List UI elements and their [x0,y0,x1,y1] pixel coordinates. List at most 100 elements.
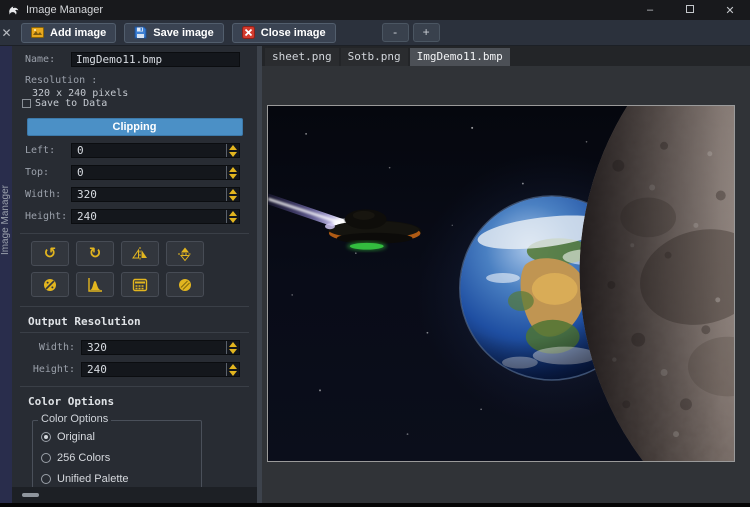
radio-original[interactable] [41,432,51,442]
app-icon [7,4,20,17]
save-to-data-checkbox[interactable] [22,99,31,108]
output-height-label: Height: [25,364,81,375]
height-label: Height: [25,211,71,222]
add-image-icon [31,26,44,39]
save-to-data-label: Save to Data [35,98,107,109]
left-spinner [71,143,240,158]
output-width-spinner [81,340,240,355]
close-window-button[interactable]: ✕ [710,4,750,17]
color-options-group-label: Color Options [38,413,111,425]
width-input[interactable] [72,188,225,201]
rotate-left-button[interactable]: ↺ [31,241,69,266]
flip-vertical-button[interactable] [166,241,204,266]
window-bottom-edge [0,503,750,507]
zoom-in-button[interactable]: + [413,23,440,42]
rotate-right-button[interactable]: ↻ [76,241,114,266]
spin-up-icon[interactable] [229,167,237,172]
tab-bar: sheet.png Sotb.png ImgDemo11.bmp [262,46,750,66]
maximize-button[interactable] [670,4,710,16]
top-spin-buttons[interactable] [226,166,239,179]
space-image [268,106,734,461]
add-image-button[interactable]: Add image [21,23,116,43]
output-resolution-heading: Output Resolution [28,315,257,328]
flip-horizontal-button[interactable] [121,241,159,266]
spin-down-icon[interactable] [229,174,237,179]
spin-up-icon[interactable] [229,211,237,216]
histogram-icon [87,277,103,293]
spin-up-icon[interactable] [229,145,237,150]
radio-unified-palette[interactable] [41,474,51,484]
separator [20,332,249,333]
save-image-button[interactable]: Save image [124,23,224,43]
top-spinner [71,165,240,180]
tab-sotb-png[interactable]: Sotb.png [341,48,408,66]
spin-up-icon[interactable] [229,364,237,369]
width-spin-buttons[interactable] [226,188,239,201]
radio-original-label: Original [57,431,95,443]
radio-256-colors-label: 256 Colors [57,452,110,464]
width-label: Width: [25,189,71,200]
properties-panel: Name: Resolution : 320 x 240 pixels Save… [12,46,262,503]
spin-down-icon[interactable] [229,196,237,201]
main-area: sheet.png Sotb.png ImgDemo11.bmp [262,46,750,503]
color-options-group: Color Options Original 256 Colors Unifie… [32,420,202,492]
zoom-out-button[interactable]: - [382,23,409,42]
radio-unified-palette-label: Unified Palette [57,473,129,485]
top-input[interactable] [72,166,225,179]
left-spin-buttons[interactable] [226,144,239,157]
output-height-input[interactable] [82,363,225,376]
height-spin-buttons[interactable] [226,210,239,223]
separator [20,386,249,387]
spin-down-icon[interactable] [229,371,237,376]
spin-down-icon[interactable] [229,218,237,223]
output-width-spin-buttons[interactable] [226,341,239,354]
height-input[interactable] [72,210,225,223]
horizontal-scrollbar[interactable] [12,487,257,503]
output-width-input[interactable] [82,341,225,354]
tab-sheet-png[interactable]: sheet.png [265,48,339,66]
spin-up-icon[interactable] [229,342,237,347]
scrollbar-thumb[interactable] [22,493,39,497]
panel-close-icon[interactable]: ✕ [0,27,13,39]
maximize-icon [686,5,694,13]
resolution-label: Resolution : [25,75,257,86]
spin-up-icon[interactable] [229,189,237,194]
clipping-button[interactable]: Clipping [27,118,243,136]
output-width-label: Width: [25,342,81,353]
title-bar: Image Manager – ✕ [0,0,750,20]
spin-down-icon[interactable] [229,152,237,157]
height-spinner [71,209,240,224]
flip-vertical-icon [177,246,193,262]
palette-grid-button[interactable] [121,272,159,297]
close-image-icon [242,26,255,39]
rotate-left-icon: ↺ [44,246,57,261]
flip-horizontal-icon [132,246,148,262]
invert-colors-icon [42,277,58,293]
left-label: Left: [25,145,71,156]
app-window: Image Manager – ✕ ✕ Add image Save image [0,0,750,507]
left-input[interactable] [72,144,225,157]
image-canvas[interactable] [267,105,735,462]
output-height-spinner [81,362,240,377]
close-image-label: Close image [261,27,326,39]
fill-color-icon [177,277,193,293]
tab-imgdemo11-bmp[interactable]: ImgDemo11.bmp [410,48,510,66]
save-image-icon [134,26,147,39]
separator [20,233,249,234]
window-title: Image Manager [26,4,103,16]
close-image-button[interactable]: Close image [232,23,336,43]
separator [20,306,249,307]
fill-color-button[interactable] [166,272,204,297]
output-height-spin-buttons[interactable] [226,363,239,376]
spin-down-icon[interactable] [229,349,237,354]
dock-strip: Image Manager [0,46,12,503]
minimize-button[interactable]: – [630,4,670,16]
palette-grid-icon [132,277,148,293]
radio-256-colors[interactable] [41,453,51,463]
save-image-label: Save image [153,27,214,39]
name-label: Name: [25,54,71,65]
name-input[interactable] [71,52,240,67]
invert-colors-button[interactable] [31,272,69,297]
histogram-button[interactable] [76,272,114,297]
add-image-label: Add image [50,27,106,39]
